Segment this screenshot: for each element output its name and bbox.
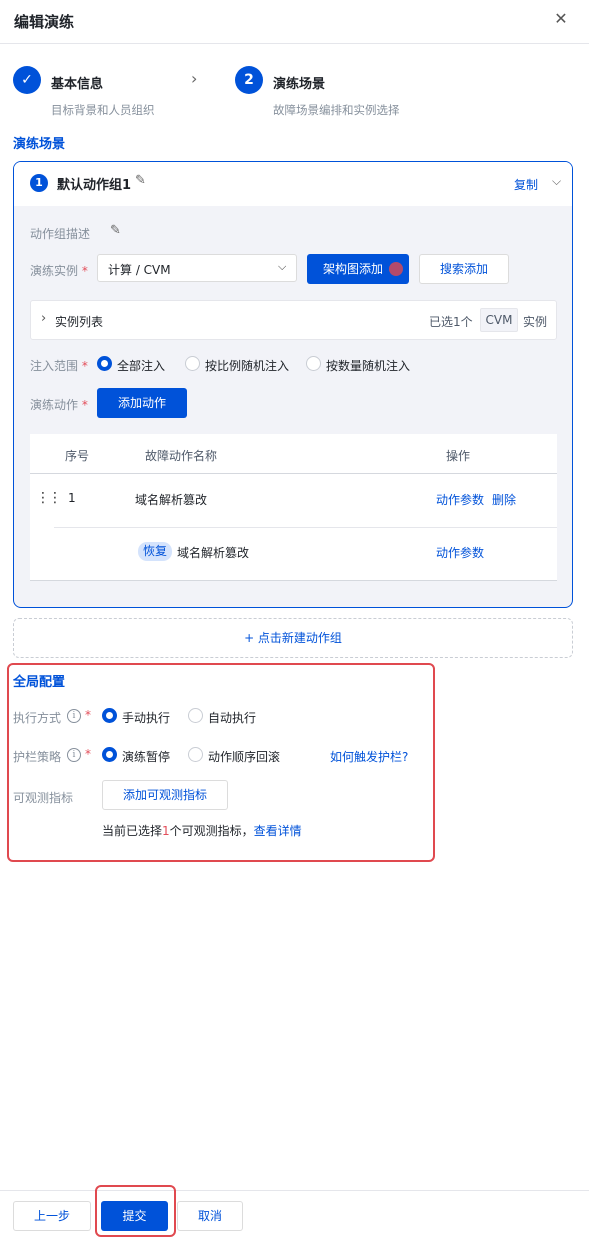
group-desc-label: 动作组描述 — [30, 227, 91, 241]
group-name: 默认动作组1 — [57, 178, 132, 193]
selected-suffix: 实例 — [523, 315, 548, 329]
table-header: 序号 故障动作名称 操作 — [30, 434, 557, 474]
selected-type-tag: CVM — [480, 308, 518, 332]
prev-step-button[interactable]: 上一步 — [13, 1201, 91, 1231]
exec-auto-radio[interactable] — [188, 708, 203, 723]
action-group-card: 1 默认动作组1 ✎ 复制 ⌵ 动作组描述 ✎ 演练实例 * 计算 / CVM … — [13, 161, 573, 608]
action-params-link[interactable]: 动作参数 — [436, 491, 484, 508]
new-action-group-button[interactable]: + 点击新建动作组 — [13, 618, 573, 658]
guard-pause-label: 演练暂停 — [122, 750, 171, 764]
selected-summary: 已选1个 — [429, 315, 473, 329]
collapse-chevron-icon[interactable]: ⌵ — [552, 174, 561, 189]
scenario-section-title: 演练场景 — [13, 137, 66, 152]
recover-tag: 恢复 — [138, 542, 172, 561]
exec-manual-label: 手动执行 — [122, 711, 171, 725]
inject-all-radio[interactable] — [97, 356, 112, 371]
step-2-title: 演练场景 — [273, 77, 326, 92]
step-2-number: 2 — [235, 66, 263, 94]
dialog-header: 编辑演练 ✕ — [0, 0, 589, 44]
info-icon[interactable]: i — [67, 709, 81, 723]
cancel-button[interactable]: 取消 — [177, 1201, 243, 1231]
action-table: 序号 故障动作名称 操作 ⋮⋮ 1 域名解析篡改 动作参数 删除 恢复 域名解析… — [30, 434, 557, 581]
instance-list-panel[interactable]: › 实例列表 已选1个 CVM 实例 — [30, 300, 557, 340]
row-action-name: 域名解析篡改 — [177, 546, 250, 560]
submit-button[interactable]: 提交 — [101, 1201, 168, 1231]
exec-manual-radio[interactable] — [102, 708, 117, 723]
delete-action-link[interactable]: 删除 — [492, 491, 516, 508]
global-config-title: 全局配置 — [13, 675, 66, 690]
guard-rollback-radio[interactable] — [188, 747, 203, 762]
search-add-button[interactable]: 搜索添加 — [419, 254, 509, 284]
action-group-header: 1 默认动作组1 ✎ 复制 ⌵ — [14, 162, 572, 206]
close-icon[interactable]: ✕ — [552, 10, 570, 28]
exec-mode-label: 执行方式 — [13, 711, 62, 725]
inject-count-radio[interactable] — [306, 356, 321, 371]
instance-select[interactable]: 计算 / CVM ⌵ — [97, 254, 297, 282]
inject-all-label: 全部注入 — [117, 359, 166, 373]
row-action-name: 域名解析篡改 — [135, 493, 208, 507]
inject-count-label: 按数量随机注入 — [326, 359, 411, 373]
group-index-badge: 1 — [30, 174, 48, 192]
copy-group-link[interactable]: 复制 — [514, 176, 538, 193]
instance-label: 演练实例 * — [30, 264, 88, 278]
dialog-title: 编辑演练 — [14, 13, 75, 31]
exec-auto-label: 自动执行 — [208, 711, 257, 725]
metric-summary: 当前已选择1个可观测指标，查看详情 — [102, 824, 302, 838]
inject-ratio-radio[interactable] — [185, 356, 200, 371]
drag-handle-icon[interactable]: ⋮⋮ — [36, 490, 62, 506]
action-params-link[interactable]: 动作参数 — [436, 544, 484, 561]
guard-rollback-label: 动作顺序回滚 — [208, 750, 281, 764]
guard-help-link[interactable]: 如何触发护栏? — [330, 748, 408, 765]
add-action-button[interactable]: 添加动作 — [97, 388, 187, 418]
metric-label: 可观测指标 — [13, 791, 74, 805]
step-2-subtitle: 故障场景编排和实例选择 — [273, 103, 400, 117]
info-icon[interactable]: i — [67, 748, 81, 762]
instance-list-label: 实例列表 — [55, 315, 104, 329]
step-1-title: 基本信息 — [51, 77, 104, 92]
chevron-right-icon: › — [191, 69, 198, 88]
col-index-header: 序号 — [65, 449, 90, 463]
row-index: 1 — [68, 491, 76, 505]
required-mark: * — [85, 747, 91, 761]
chevron-down-icon: ⌵ — [278, 260, 287, 273]
step-done-icon: ✓ — [13, 66, 41, 94]
inject-scope-label: 注入范围 * — [30, 359, 88, 373]
add-metric-button[interactable]: 添加可观测指标 — [102, 780, 228, 810]
table-row: 恢复 域名解析篡改 动作参数 — [30, 528, 557, 581]
cursor-click-indicator — [389, 262, 403, 276]
edit-name-icon[interactable]: ✎ — [135, 173, 146, 188]
table-row: ⋮⋮ 1 域名解析篡改 动作参数 删除 — [30, 474, 557, 528]
col-name-header: 故障动作名称 — [145, 449, 218, 463]
inject-ratio-label: 按比例随机注入 — [205, 359, 290, 373]
step-1-subtitle: 目标背景和人员组织 — [51, 103, 155, 117]
guard-policy-label: 护栏策略 — [13, 750, 62, 764]
col-ops-header: 操作 — [446, 449, 471, 463]
required-mark: * — [85, 708, 91, 722]
chevron-right-icon: › — [41, 311, 47, 326]
edit-desc-icon[interactable]: ✎ — [110, 223, 121, 238]
table-bottom-border — [30, 580, 557, 581]
instance-select-value: 计算 / CVM — [108, 263, 171, 277]
guard-pause-radio[interactable] — [102, 747, 117, 762]
drill-action-label: 演练动作 * — [30, 398, 88, 412]
metric-detail-link[interactable]: 查看详情 — [254, 824, 302, 838]
